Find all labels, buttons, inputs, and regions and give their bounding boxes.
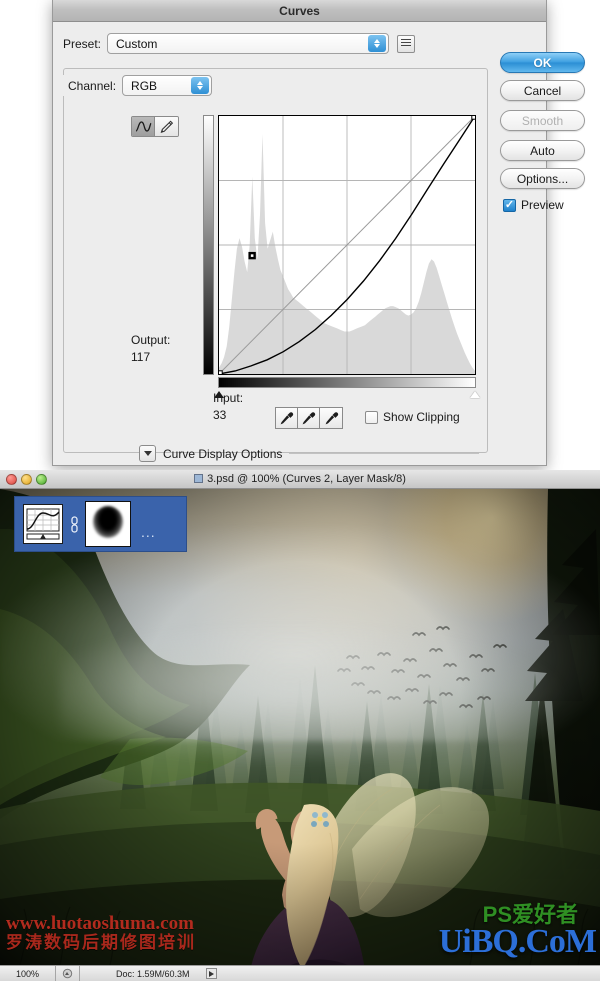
eyedropper-group <box>275 407 343 429</box>
list-menu-icon[interactable] <box>397 34 416 53</box>
preview-checkbox[interactable] <box>503 198 516 212</box>
list-menu-glyph <box>401 39 412 48</box>
dialog-titlebar: Curves <box>53 0 546 22</box>
curves-dialog: Curves Preset: Custom Channel: RGB Outpu… <box>52 0 585 466</box>
pencil-tool-icon[interactable] <box>155 117 178 136</box>
channel-dropdown[interactable]: RGB <box>122 75 213 96</box>
curve-control-point <box>471 116 475 120</box>
cancel-button[interactable]: Cancel <box>500 80 585 101</box>
set-black-point-eyedropper[interactable] <box>276 408 298 428</box>
eyedropper-icon <box>302 411 316 424</box>
status-arrow-icon[interactable] <box>205 968 217 979</box>
curve-control-point-center <box>250 254 254 257</box>
chevron-updown-icon <box>368 35 387 52</box>
dialog-button-column: OK Cancel Smooth Auto Options... Preview <box>500 52 588 212</box>
proxy-preview-icon[interactable] <box>56 966 80 981</box>
preset-value: Custom <box>116 36 158 51</box>
curves-thumbnail-glyph <box>26 508 60 540</box>
screen-root: Curves Preset: Custom Channel: RGB Outpu… <box>0 0 600 981</box>
channel-label: Channel: <box>68 78 117 93</box>
pencil-glyph <box>160 120 174 133</box>
options-button[interactable]: Options... <box>500 168 585 189</box>
eyedropper-icon <box>325 411 338 424</box>
separator-rule <box>289 453 479 454</box>
document-title-wrap: 3.psd @ 100% (Curves 2, Layer Mask/8) <box>194 473 406 485</box>
input-readout: Input: 33 <box>213 390 243 424</box>
output-label: Output: <box>131 333 171 347</box>
layer-link-icon[interactable] <box>70 515 79 533</box>
zoom-button[interactable] <box>36 474 47 485</box>
document-titlebar: 3.psd @ 100% (Curves 2, Layer Mask/8) <box>0 470 600 489</box>
curve-svg <box>219 116 475 374</box>
document-icon <box>194 474 204 483</box>
document-window: 3.psd @ 100% (Curves 2, Layer Mask/8) ..… <box>0 470 600 981</box>
show-clipping-checkbox[interactable] <box>365 410 378 424</box>
preview-row[interactable]: Preview <box>503 198 588 212</box>
status-bar: 100% Doc: 1.59M/60.3M <box>0 965 600 981</box>
close-button[interactable] <box>6 474 17 485</box>
preset-label: Preset: <box>63 36 102 51</box>
chevron-updown-icon <box>191 77 210 94</box>
doc-size: Doc: 1.59M/60.3M <box>116 968 190 979</box>
channel-row: Channel: RGB <box>63 75 218 96</box>
eyedropper-icon <box>280 411 294 424</box>
set-white-point-eyedropper[interactable] <box>320 408 342 428</box>
preview-label: Preview <box>521 198 564 212</box>
set-gray-point-eyedropper[interactable] <box>298 408 320 428</box>
dialog-body: Preset: Custom Channel: RGB Output: 117 … <box>53 22 585 465</box>
zoom-level[interactable]: 100% <box>0 966 56 981</box>
output-gradient-bar <box>203 115 214 375</box>
smooth-button: Smooth <box>500 110 585 131</box>
ok-button[interactable]: OK <box>500 52 585 73</box>
auto-button[interactable]: Auto <box>500 140 585 161</box>
curve-tool-icon[interactable] <box>132 117 155 136</box>
chevron-down-icon[interactable] <box>139 445 156 462</box>
curve-display-options-row[interactable]: Curve Display Options <box>139 445 479 462</box>
minimize-button[interactable] <box>21 474 32 485</box>
input-value: 33 <box>213 408 227 422</box>
layers-overflow[interactable]: ... <box>141 525 156 539</box>
preset-dropdown[interactable]: Custom <box>107 33 390 54</box>
layers-strip[interactable]: ... <box>14 496 187 552</box>
layer-mask-thumbnail[interactable] <box>85 501 131 547</box>
document-title: 3.psd @ 100% (Curves 2, Layer Mask/8) <box>207 473 406 485</box>
mist-layer-secondary <box>60 622 570 766</box>
curve-plot[interactable] <box>218 115 476 375</box>
proxy-glyph <box>62 968 73 979</box>
show-clipping-row[interactable]: Show Clipping <box>365 410 460 424</box>
window-controls <box>6 474 47 485</box>
channel-value: RGB <box>131 78 158 93</box>
output-readout: Output: 117 <box>131 332 170 366</box>
white-point-slider[interactable] <box>470 391 480 398</box>
link-glyph <box>71 515 78 533</box>
input-gradient-bar <box>218 377 476 388</box>
curve-edit-tools <box>131 116 179 137</box>
show-clipping-label: Show Clipping <box>383 410 460 424</box>
curves-adjustment-thumbnail[interactable] <box>23 504 63 544</box>
input-label: Input: <box>213 391 244 405</box>
dialog-title: Curves <box>279 3 320 18</box>
curve-control-point <box>219 370 223 374</box>
output-value: 117 <box>131 350 151 364</box>
curve-display-options-label: Curve Display Options <box>163 446 283 461</box>
preset-row: Preset: Custom <box>63 33 416 54</box>
image-canvas[interactable]: ... www.luotaoshuma.com 罗涛数码后期修图培训 PS爱好者… <box>0 489 600 965</box>
mask-blob <box>93 506 123 539</box>
curve-glyph <box>135 121 152 132</box>
